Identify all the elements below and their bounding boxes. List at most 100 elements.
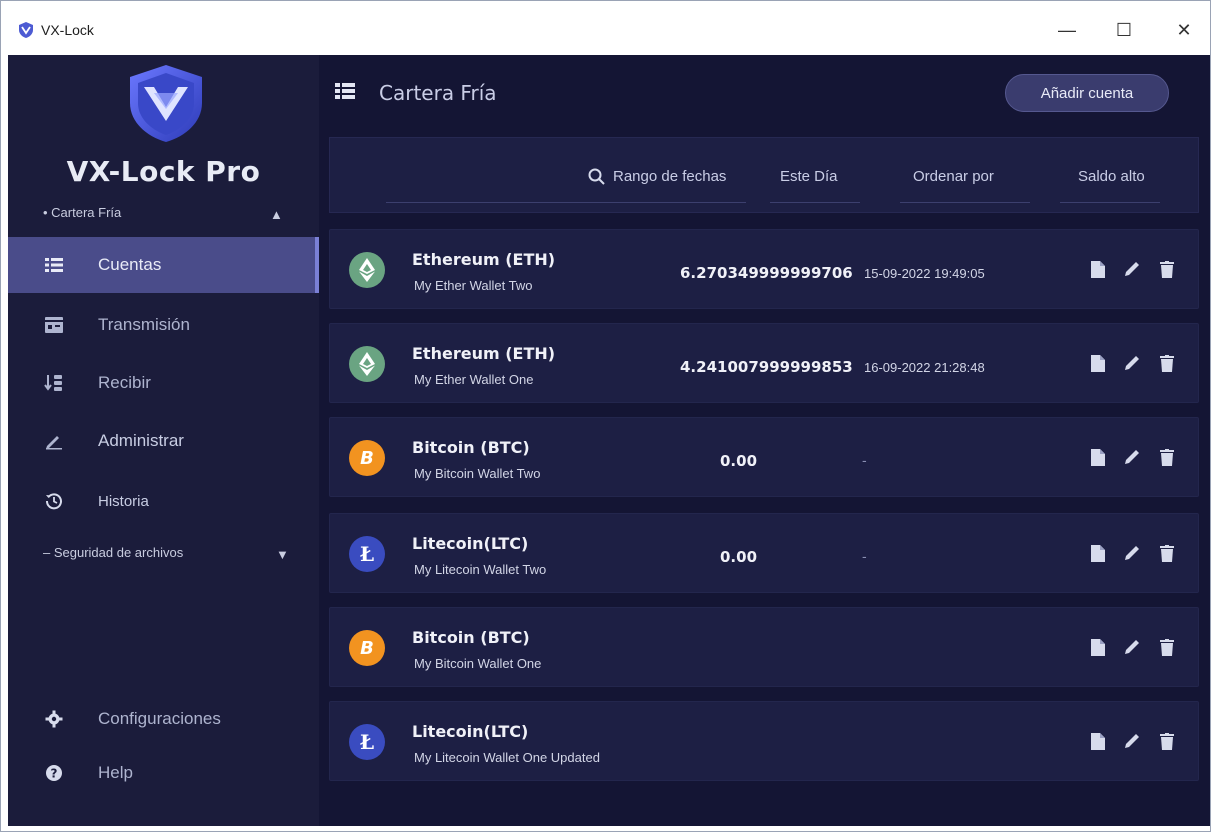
wallet-name: My Ether Wallet Two — [414, 278, 533, 293]
wallet-name: My Bitcoin Wallet One — [414, 656, 542, 671]
brand-name: VX-Lock Pro — [66, 155, 261, 188]
edit-icon[interactable] — [1122, 352, 1142, 374]
account-name: Ethereum (ETH) — [412, 250, 556, 269]
document-icon[interactable] — [1088, 636, 1108, 658]
vx-lock-logo — [130, 65, 202, 142]
svg-text:?: ? — [51, 767, 58, 781]
trash-icon[interactable] — [1157, 352, 1177, 374]
account-row[interactable]: B Bitcoin (BTC) My Bitcoin Wallet One — [329, 607, 1199, 687]
minimize-button[interactable]: — — [1044, 15, 1090, 45]
trash-icon[interactable] — [1157, 636, 1177, 658]
sidebar-item-label: Recibir — [98, 373, 151, 392]
edit-icon[interactable] — [1122, 636, 1142, 658]
sidebar-item-label: Historia — [98, 492, 149, 510]
add-account-button[interactable]: Añadir cuenta — [1005, 74, 1169, 112]
sidebar-item-help[interactable]: ? Help — [8, 745, 319, 801]
title-bar: VX-Lock — ☐ ✕ — [1, 1, 1210, 55]
account-name: Bitcoin (BTC) — [412, 438, 530, 457]
pencil-icon — [44, 431, 64, 451]
sidebar-item-label: Help — [98, 763, 133, 782]
expand-down-icon[interactable]: ▼ — [276, 547, 289, 562]
edit-icon[interactable] — [1122, 730, 1142, 752]
bitcoin-icon: B — [349, 440, 385, 476]
sidebar: VX-Lock Pro • Cartera Fría ▲ Cuentas Tra… — [8, 55, 319, 826]
ethereum-icon — [349, 252, 385, 288]
app-window: VX-Lock — ☐ ✕ VX-Lock Pro • Cartera Fría… — [0, 0, 1211, 832]
document-icon[interactable] — [1088, 352, 1108, 374]
bitcoin-icon: B — [349, 630, 385, 666]
account-row[interactable]: Ł Litecoin(LTC) My Litecoin Wallet Two 0… — [329, 513, 1199, 593]
document-icon[interactable] — [1088, 542, 1108, 564]
account-balance: 0.00 — [720, 452, 758, 470]
list-icon — [44, 255, 64, 275]
filter-bar: Rango de fechas Este Día Ordenar por Sal… — [329, 137, 1199, 213]
account-balance: 4.241007999999853 — [680, 358, 853, 376]
account-balance: 0.00 — [720, 548, 758, 566]
litecoin-icon: Ł — [349, 536, 385, 572]
close-button[interactable]: ✕ — [1161, 15, 1207, 45]
sidebar-item-label: Transmisión — [98, 315, 190, 334]
period-underline — [770, 202, 860, 203]
search-underline — [386, 202, 746, 203]
account-date: 15-09-2022 19:49:05 — [864, 266, 985, 281]
account-name: Litecoin(LTC) — [412, 722, 529, 741]
document-icon[interactable] — [1088, 730, 1108, 752]
edit-icon[interactable] — [1122, 542, 1142, 564]
trash-icon[interactable] — [1157, 542, 1177, 564]
document-icon[interactable] — [1088, 258, 1108, 280]
litecoin-icon: Ł — [349, 724, 385, 760]
receive-icon — [44, 373, 64, 393]
trash-icon[interactable] — [1157, 446, 1177, 468]
account-row[interactable]: Ł Litecoin(LTC) My Litecoin Wallet One U… — [329, 701, 1199, 781]
app-shield-icon — [19, 22, 33, 38]
account-name: Bitcoin (BTC) — [412, 628, 530, 647]
wallet-name: My Litecoin Wallet Two — [414, 562, 547, 577]
sidebar-item-label: Configuraciones — [98, 709, 221, 728]
sidebar-item-administrar[interactable]: Administrar — [8, 413, 319, 469]
window-title: VX-Lock — [41, 22, 94, 38]
sort-underline — [900, 202, 1030, 203]
sort-value-underline — [1060, 202, 1160, 203]
date-range-filter[interactable]: Rango de fechas — [613, 168, 726, 185]
sidebar-item-configuraciones[interactable]: Configuraciones — [8, 691, 319, 747]
section-cold-wallet[interactable]: • Cartera Fría — [43, 205, 121, 220]
sort-label: Ordenar por — [913, 168, 994, 185]
sort-select[interactable]: Saldo alto — [1078, 168, 1145, 185]
help-icon: ? — [44, 763, 64, 783]
account-date: - — [862, 548, 867, 564]
account-row[interactable]: Ethereum (ETH) My Ether Wallet Two 6.270… — [329, 229, 1199, 309]
section-file-security-label: – Seguridad de archivos — [43, 545, 184, 560]
sidebar-item-label: Cuentas — [98, 255, 162, 274]
account-date: - — [862, 452, 867, 468]
section-cold-wallet-label: • Cartera Fría — [43, 205, 122, 220]
gear-icon — [44, 709, 64, 729]
transmit-icon — [44, 315, 64, 335]
section-file-security[interactable]: – Seguridad de archivos — [43, 545, 183, 560]
ethereum-icon — [349, 346, 385, 382]
period-select[interactable]: Este Día — [780, 168, 838, 185]
edit-icon[interactable] — [1122, 446, 1142, 468]
account-row[interactable]: Ethereum (ETH) My Ether Wallet One 4.241… — [329, 323, 1199, 403]
edit-icon[interactable] — [1122, 258, 1142, 280]
trash-icon[interactable] — [1157, 730, 1177, 752]
trash-icon[interactable] — [1157, 258, 1177, 280]
account-row[interactable]: B Bitcoin (BTC) My Bitcoin Wallet Two 0.… — [329, 417, 1199, 497]
search-icon — [588, 168, 605, 185]
sidebar-item-historia[interactable]: Historia — [8, 473, 319, 529]
main-panel: Cartera Fría Añadir cuenta Rango de fech… — [319, 55, 1210, 826]
sidebar-item-label: Administrar — [98, 431, 184, 450]
list-icon — [335, 83, 355, 99]
document-icon[interactable] — [1088, 446, 1108, 468]
wallet-name: My Bitcoin Wallet Two — [414, 466, 541, 481]
account-date: 16-09-2022 21:28:48 — [864, 360, 985, 375]
account-name: Litecoin(LTC) — [412, 534, 529, 553]
sidebar-item-recibir[interactable]: Recibir — [8, 355, 319, 411]
maximize-button[interactable]: ☐ — [1101, 15, 1147, 45]
history-icon — [44, 491, 64, 511]
page-title: Cartera Fría — [379, 81, 497, 105]
collapse-up-icon[interactable]: ▲ — [270, 207, 283, 222]
sidebar-item-cuentas[interactable]: Cuentas — [8, 237, 319, 293]
wallet-name: My Litecoin Wallet One Updated — [414, 750, 600, 765]
sidebar-item-transmision[interactable]: Transmisión — [8, 297, 319, 353]
account-name: Ethereum (ETH) — [412, 344, 556, 363]
